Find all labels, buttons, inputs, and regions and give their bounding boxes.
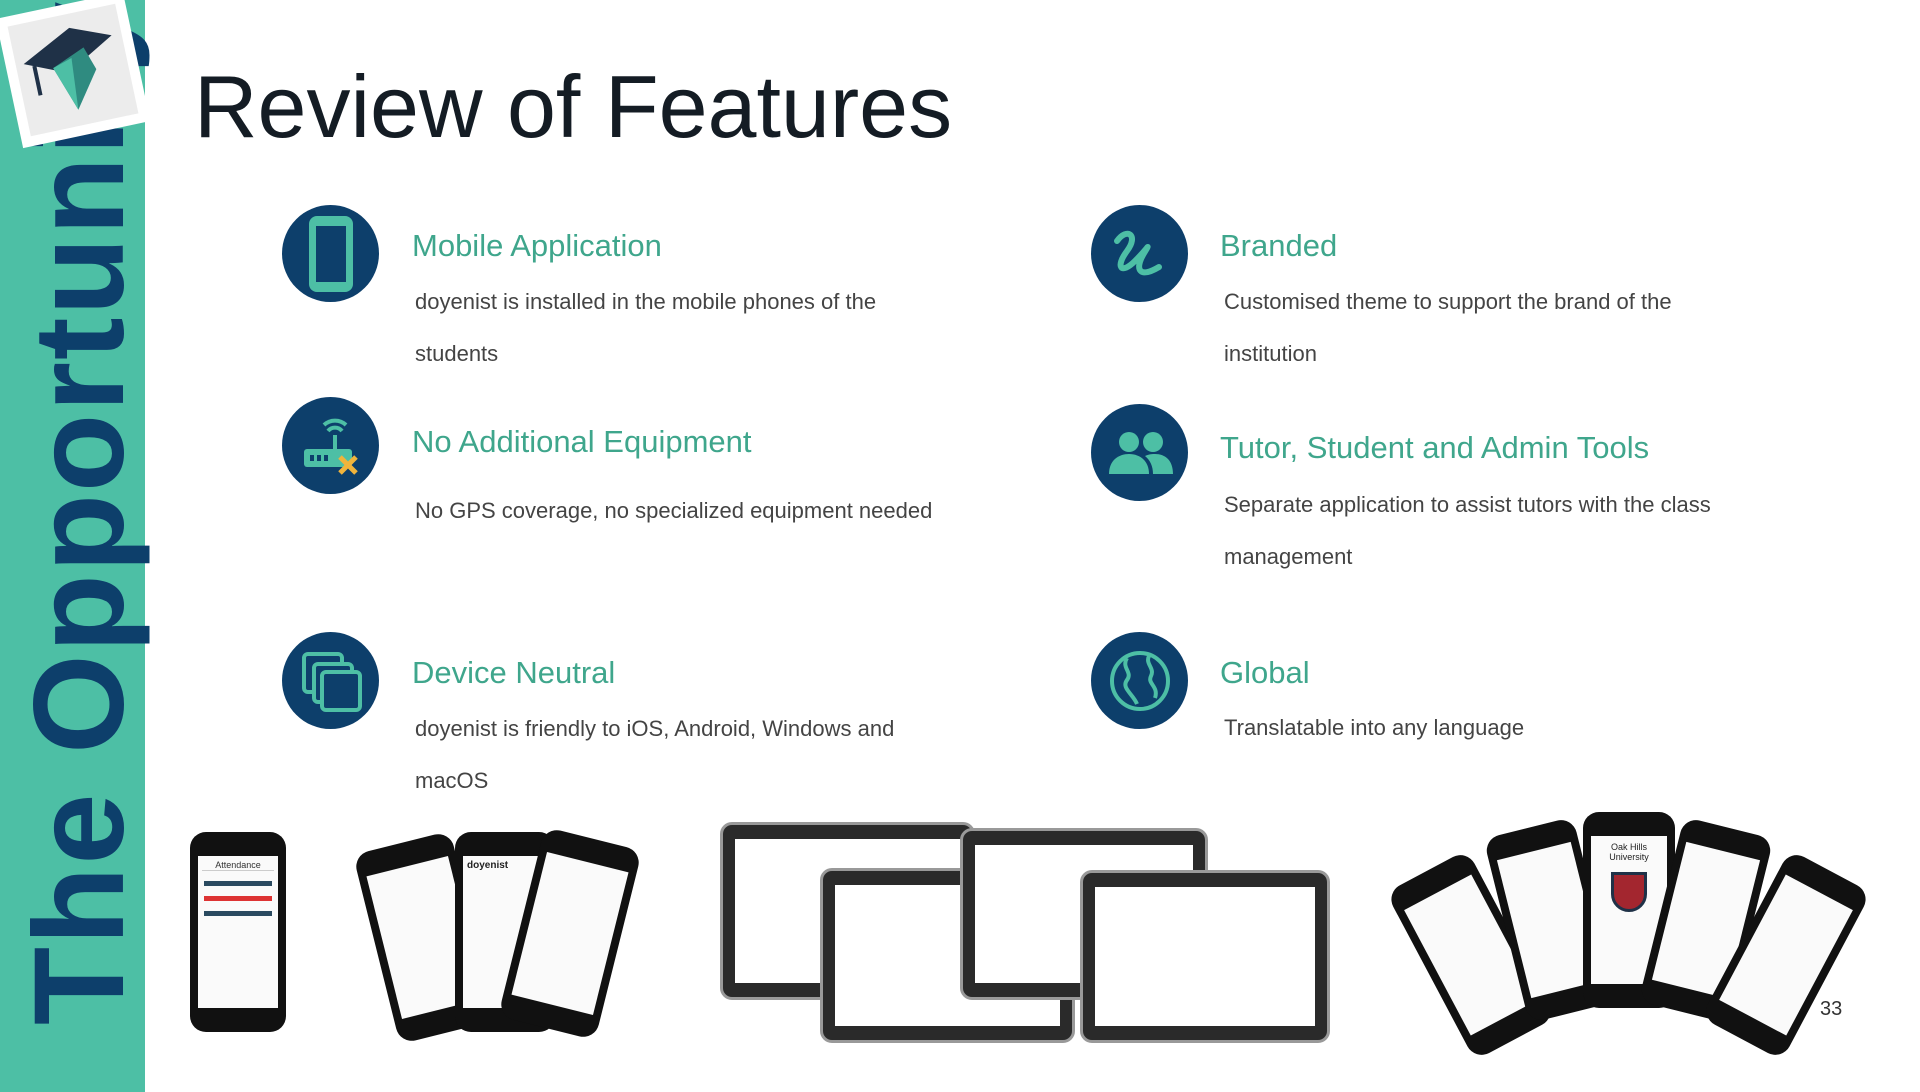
phone-mockup-attendance: Attendance (190, 832, 286, 1032)
users-icon (1091, 404, 1188, 501)
page-number: 33 (1820, 998, 1843, 1020)
feature-desc-line: macOS (415, 768, 489, 793)
feature-desc-line: students (415, 341, 499, 366)
feature-heading: Mobile Application (412, 228, 662, 263)
brand-signature-icon (1091, 205, 1188, 302)
feature-heading: Device Neutral (412, 655, 616, 690)
feature-desc-line: Separate application to assist tutors wi… (1224, 492, 1711, 517)
feature-desc-line: Translatable into any language (1224, 715, 1525, 740)
feature-desc-line: Customised theme to support the brand of… (1224, 289, 1672, 314)
mobile-phone-icon (282, 205, 379, 302)
sidebar-band: The Opportunity (0, 0, 151, 1092)
university-name: Oak Hills University (1609, 842, 1649, 862)
feature-heading: No Additional Equipment (412, 424, 752, 459)
app-name: doyenist (467, 860, 509, 871)
feature-heading: Branded (1220, 228, 1338, 263)
feature-heading: Global (1220, 655, 1310, 690)
feature-desc-line: management (1224, 544, 1353, 569)
feature-desc-line: No GPS coverage, no specialized equipmen… (415, 498, 933, 523)
crest-icon (1611, 872, 1647, 912)
attendance-header: Attendance (202, 860, 274, 871)
router-no-icon (282, 397, 379, 494)
page-title: Review of Features (194, 57, 953, 156)
tablet-mockup (1080, 870, 1330, 1043)
vertical-section-title: The Opportunity (8, 0, 151, 1025)
devices-icon (282, 632, 379, 729)
globe-icon (1091, 632, 1188, 729)
feature-desc-line: doyenist is installed in the mobile phon… (415, 289, 877, 314)
feature-desc-line: institution (1224, 341, 1317, 366)
feature-heading: Tutor, Student and Admin Tools (1220, 430, 1650, 465)
graduation-cap-icon (23, 27, 112, 110)
feature-desc-line: doyenist is friendly to iOS, Android, Wi… (415, 716, 895, 741)
